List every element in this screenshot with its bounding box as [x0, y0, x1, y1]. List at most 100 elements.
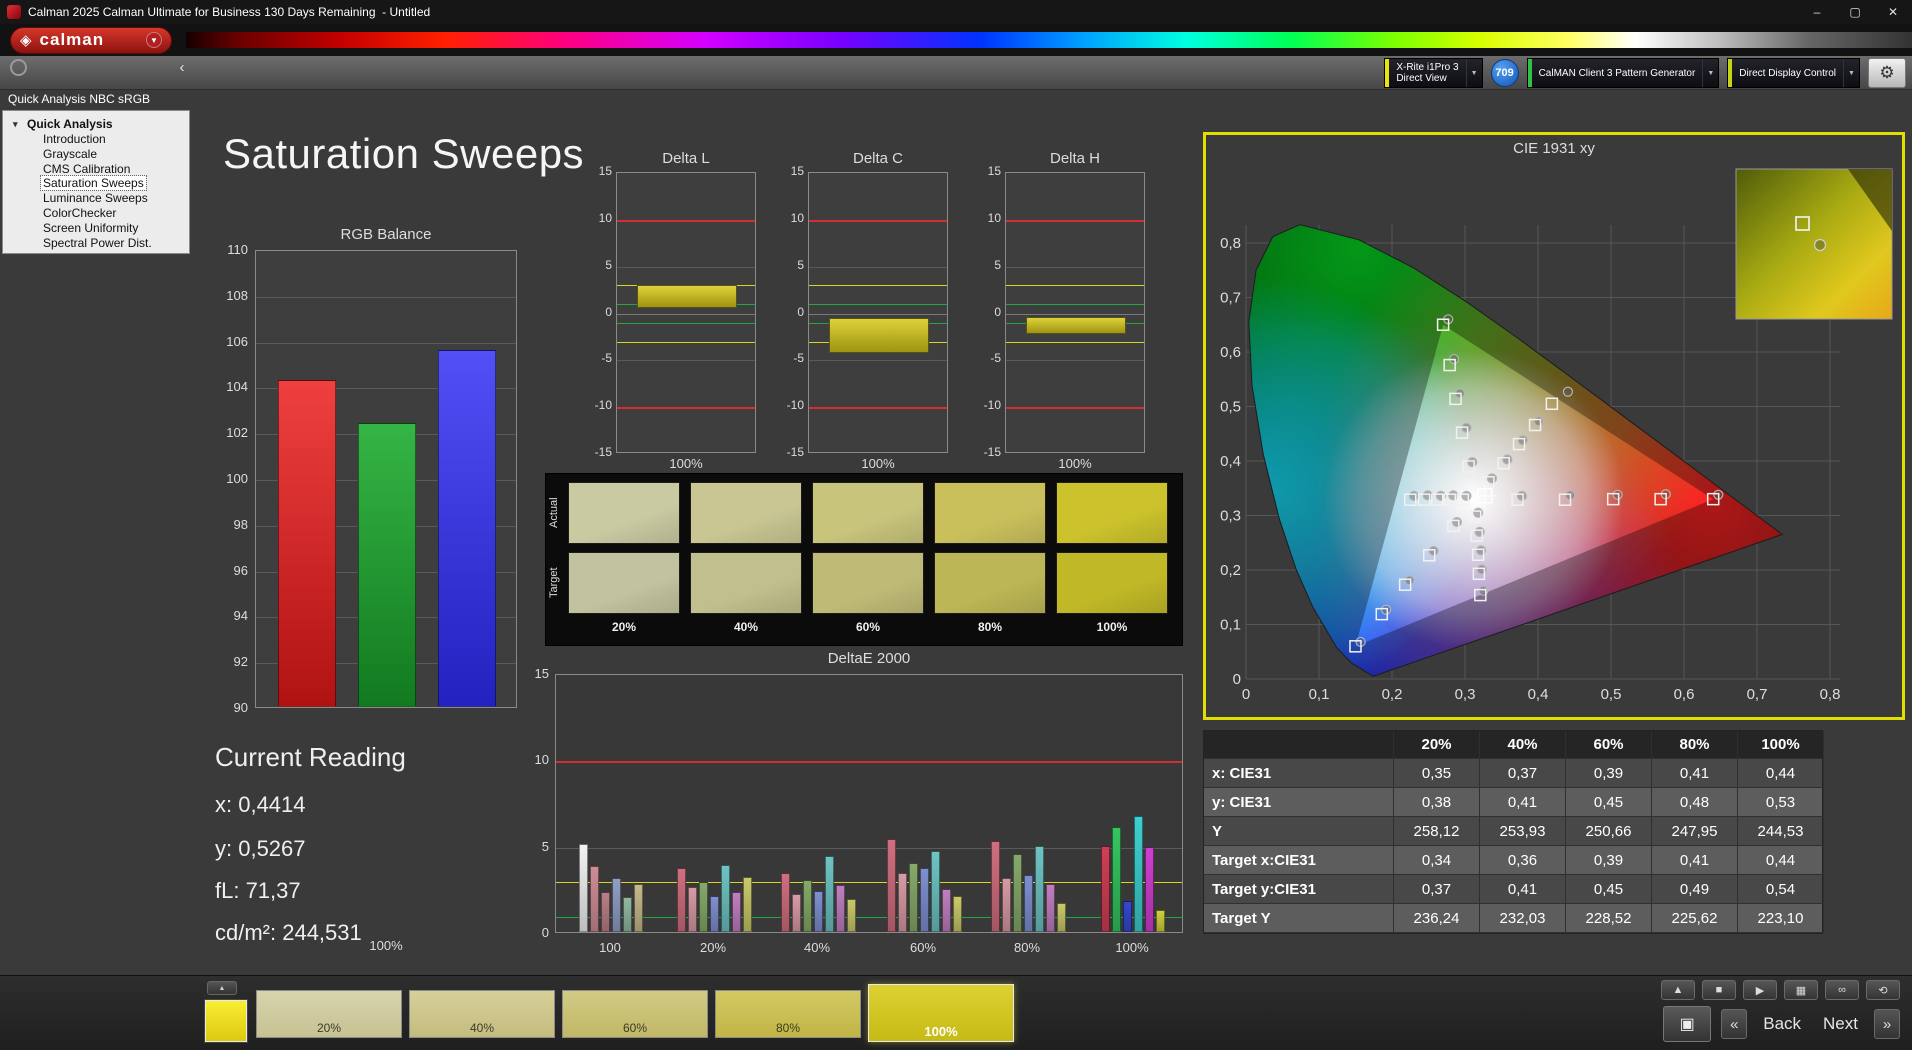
brand-caret-icon[interactable]: ▼: [146, 32, 162, 48]
pattern-button-100%[interactable]: 100%: [868, 984, 1014, 1042]
svg-text:0: 0: [1242, 686, 1250, 703]
sidebar-item-grayscale[interactable]: Grayscale: [3, 147, 189, 162]
sidebar-item-cms-calibration[interactable]: CMS Calibration: [3, 162, 189, 177]
sidebar-item-colorchecker[interactable]: ColorChecker: [3, 206, 189, 221]
deltae-bar: [1056, 902, 1066, 932]
next-chevron-icon[interactable]: »: [1874, 1009, 1900, 1039]
sidebar-collapse-icon[interactable]: ‹: [172, 58, 192, 77]
actual-swatch-100%: [1056, 482, 1168, 544]
table-value-cell: 0,38: [1394, 788, 1480, 817]
delta-l-bar: [637, 285, 737, 308]
sidebar-tree: ▾ Quick Analysis Introduction Grayscale CM…: [2, 110, 190, 254]
tolerance-line-green: [1006, 304, 1144, 306]
swatch-percent-label: 20%: [611, 620, 637, 634]
table-value-cell: 0,41: [1652, 846, 1738, 875]
table-value-cell: 0,54: [1738, 875, 1824, 904]
current-reading-cd: cd/m²: 244,531: [215, 920, 362, 945]
actual-swatch-row: [568, 482, 1168, 544]
pattern-button-label: 80%: [775, 1021, 801, 1035]
window-mode-icon[interactable]: ▣: [1663, 1006, 1712, 1042]
current-reading-y: y: 0,5267: [215, 836, 306, 861]
deltae-bar: [908, 862, 918, 932]
sidebar-item-label: Luminance Sweeps: [43, 191, 148, 206]
pattern-button-60%[interactable]: 60%: [562, 990, 708, 1038]
sidebar-root-quick-analysis[interactable]: ▾ Quick Analysis: [3, 116, 189, 132]
eject-icon[interactable]: ▲: [1661, 980, 1695, 1000]
back-chevron-icon[interactable]: «: [1721, 1009, 1748, 1039]
sidebar-item-screen-uniformity[interactable]: Screen Uniformity: [3, 221, 189, 236]
sidebar-item-label: Introduction: [43, 132, 106, 146]
current-reading-heading: Current Reading: [215, 742, 406, 772]
actual-row-label: Actual: [548, 497, 560, 529]
table-row: Y 258,12 253,93 250,66 247,95 244,53: [1204, 817, 1824, 846]
pattern-button-40%[interactable]: 40%: [409, 990, 555, 1038]
target-swatch-row: [568, 552, 1168, 614]
delta-c-plot: [808, 172, 948, 453]
table-column-header: 40%: [1480, 731, 1566, 759]
deltae-ytick: 0: [541, 925, 549, 940]
brand-name: calman: [39, 30, 105, 49]
link-icon[interactable]: ∞: [1825, 980, 1859, 1000]
pattern-button-80%[interactable]: 80%: [715, 990, 861, 1038]
delta-ytick: -5: [990, 351, 1001, 366]
delta-c-chart: Delta C 15 10 5 0 -5 -10 -15 100%: [768, 150, 958, 480]
rgb-ytick: 106: [226, 333, 248, 349]
deltae-bar: [731, 892, 741, 932]
delta-ytick: -15: [786, 445, 804, 459]
display-control-dropdown[interactable]: Direct Display Control ▼: [1727, 58, 1860, 88]
back-button[interactable]: Back: [1757, 1014, 1807, 1034]
delta-l-xlabel: 100%: [669, 456, 703, 471]
table-row-label: Target y:CIE31: [1204, 875, 1394, 904]
sidebar-item-saturation-sweeps[interactable]: Saturation Sweeps: [3, 175, 189, 192]
pin-icon[interactable]: [10, 59, 27, 76]
sidebar-item-luminance-sweeps[interactable]: Luminance Sweeps: [3, 191, 189, 206]
delta-l-chart: Delta L 15 10 5 0 -5 -10 -15 100%: [576, 150, 766, 480]
pattern-button-20%[interactable]: 20%: [256, 990, 402, 1038]
delta-ytick: 0: [605, 304, 612, 319]
play-icon[interactable]: ▶: [1743, 980, 1777, 1000]
next-button[interactable]: Next: [1817, 1014, 1864, 1034]
deltae-ytick: 10: [534, 752, 549, 768]
sidebar-item-spectral-power-dist[interactable]: Spectral Power Dist.: [3, 236, 189, 251]
actual-swatch-60%: [812, 482, 924, 544]
deltae-bar: [1156, 909, 1165, 932]
swatch-percent-label: 80%: [977, 620, 1003, 634]
sidebar-item-introduction[interactable]: Introduction: [3, 132, 189, 147]
tolerance-line-red: [809, 407, 947, 410]
maximize-button[interactable]: ▢: [1836, 0, 1874, 24]
deltae-bar: [1034, 845, 1044, 932]
pattern-generator-dropdown[interactable]: CalMAN Client 3 Pattern Generator ▼: [1526, 58, 1720, 88]
colorspace-badge[interactable]: 709: [1490, 59, 1519, 87]
svg-text:0: 0: [1233, 671, 1241, 688]
chevron-down-icon: ▼: [1843, 59, 1859, 87]
close-button[interactable]: ✕: [1874, 0, 1912, 24]
refresh-icon[interactable]: ⟲: [1866, 980, 1900, 1000]
table-row-label: Y: [1204, 817, 1394, 846]
deltae-bar: [835, 885, 845, 932]
stop-icon[interactable]: ■: [1702, 980, 1736, 1000]
deltae-bar: [687, 887, 697, 932]
target-swatch-60%: [812, 552, 924, 614]
table-row-label: y: CIE31: [1204, 788, 1394, 817]
svg-text:0,5: 0,5: [1220, 399, 1241, 416]
svg-text:0,4: 0,4: [1220, 453, 1241, 470]
table-value-cell: 244,53: [1738, 817, 1824, 846]
table-value-cell: 0,48: [1652, 788, 1738, 817]
active-pattern-chip[interactable]: [205, 1000, 247, 1042]
deltae-bar: [919, 868, 929, 932]
minimize-button[interactable]: –: [1798, 0, 1836, 24]
eject-icon[interactable]: ▲: [207, 981, 237, 995]
svg-text:0,6: 0,6: [1674, 686, 1695, 703]
table-row: x: CIE31 0,35 0,37 0,39 0,41 0,44: [1204, 759, 1824, 788]
gear-icon[interactable]: ⚙: [1868, 58, 1906, 88]
save-icon[interactable]: ▦: [1784, 980, 1818, 1000]
calman-menu-button[interactable]: ◈ calman ▼: [10, 26, 172, 54]
sidebar-item-label: CMS Calibration: [43, 161, 131, 176]
svg-text:0,3: 0,3: [1220, 508, 1241, 525]
table-row: Target y:CIE31 0,37 0,41 0,45 0,49 0,54: [1204, 875, 1824, 904]
meter-line2: Direct View: [1396, 73, 1447, 84]
delta-ytick: 5: [605, 257, 612, 272]
svg-text:0,6: 0,6: [1220, 344, 1241, 361]
meter-dropdown[interactable]: X-Rite i1Pro 3 Direct View ▼: [1384, 58, 1483, 88]
pattern-button-label: 20%: [316, 1021, 342, 1035]
